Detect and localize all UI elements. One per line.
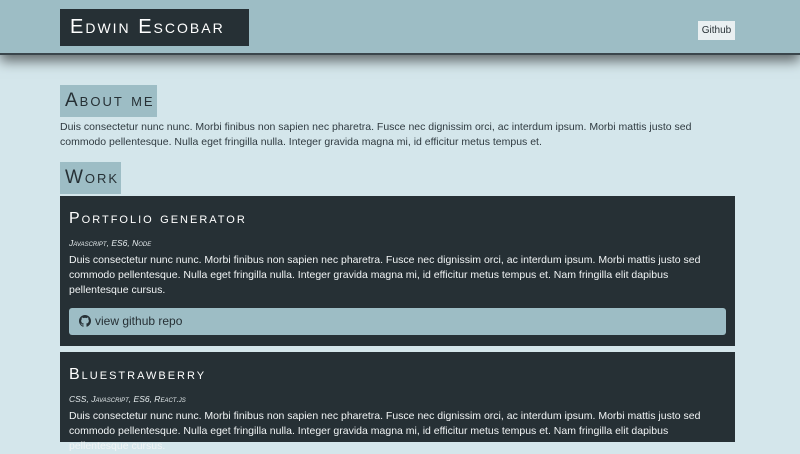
- project-description: Duis consectetur nunc nunc. Morbi finibu…: [69, 254, 701, 296]
- project-description: Duis consectetur nunc nunc. Morbi finibu…: [69, 410, 701, 452]
- github-nav-link[interactable]: Github: [698, 21, 735, 40]
- github-icon: [79, 314, 95, 328]
- project-tech: Javascript, ES6, Node: [69, 238, 152, 248]
- project-title: Portfolio generator: [69, 210, 247, 227]
- view-repo-label: view github repo: [95, 314, 183, 328]
- about-section-title: About me: [60, 85, 157, 117]
- view-repo-button[interactable]: view github repo: [69, 308, 726, 335]
- project-card: Portfolio generator Javascript, ES6, Nod…: [60, 196, 735, 346]
- about-text: Duis consectetur nunc nunc. Morbi finibu…: [60, 121, 692, 148]
- project-title: Bluestrawberry: [69, 366, 207, 383]
- site-header: Edwin Escobar Github: [0, 0, 800, 55]
- project-tech: CSS, Javascript, ES6, React.js: [69, 394, 186, 404]
- site-brand[interactable]: Edwin Escobar: [60, 9, 249, 46]
- project-card: Bluestrawberry CSS, Javascript, ES6, Rea…: [60, 352, 735, 452]
- work-section-title: Work: [60, 162, 121, 194]
